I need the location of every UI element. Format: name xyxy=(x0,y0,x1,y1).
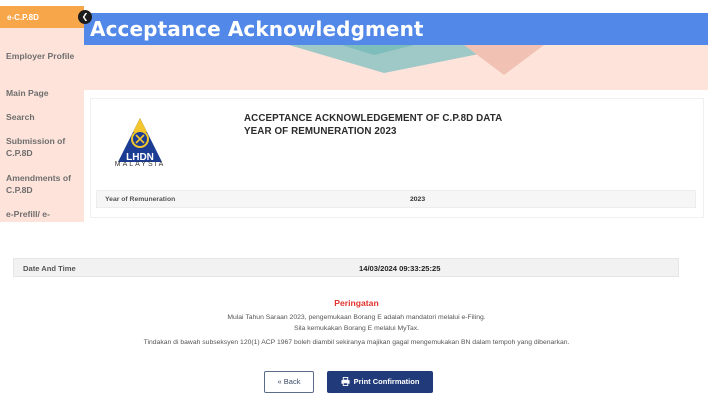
notice-title: Peringatan xyxy=(334,298,379,308)
datetime-label: Date And Time xyxy=(23,264,76,273)
printer-icon xyxy=(341,377,350,386)
year-label: Year of Remuneration xyxy=(105,196,176,203)
sidebar-item-search[interactable]: Search xyxy=(0,111,84,123)
print-button-label: Print Confirmation xyxy=(353,377,420,386)
banner-decoration xyxy=(289,45,544,75)
sidebar-item-main-page[interactable]: Main Page xyxy=(0,87,84,99)
notice-line-2: Sila kemukakan Borang E melalui MyTax. xyxy=(293,325,420,332)
acknowledgement-title-line1: ACCEPTANCE ACKNOWLEDGEMENT OF C.P.8D DAT… xyxy=(244,113,503,124)
datetime-value: 14/03/2024 09:33:25:25 xyxy=(359,264,441,273)
datetime-row: Date And Time 14/03/2024 09:33:25:25 xyxy=(13,258,679,277)
notice-line-1: Mulai Tahun Saraan 2023, pengemukaan Bor… xyxy=(227,314,486,321)
notice-line-3: Tindakan di bawah subseksyen 120(1) ACP … xyxy=(143,339,570,346)
acknowledgement-title-line2: YEAR OF REMUNERATION 2023 xyxy=(244,126,397,137)
sidebar-item-e-prefill[interactable]: e-Prefill/ e- xyxy=(0,208,84,220)
sidebar-item-submission[interactable]: Submission of C.P.8D xyxy=(0,135,84,159)
sidebar-item-employer-profile[interactable]: Employer Profile xyxy=(0,50,84,62)
back-button[interactable]: « Back xyxy=(264,371,314,393)
sidebar: e-C.P.8D Employer Profile Main Page Sear… xyxy=(0,6,84,222)
year-row: Year of Remuneration 2023 xyxy=(96,190,696,208)
acknowledgement-title: ACCEPTANCE ACKNOWLEDGEMENT OF C.P.8D DAT… xyxy=(244,112,502,138)
sidebar-header: e-C.P.8D xyxy=(0,6,84,28)
print-confirmation-button[interactable]: Print Confirmation xyxy=(327,371,433,393)
chevron-left-icon: ❮ xyxy=(81,12,89,21)
page-title: Acceptance Acknowledgment xyxy=(90,17,424,41)
page-header: Acceptance Acknowledgment xyxy=(84,13,708,45)
logo-country: MALAYSIA xyxy=(114,161,166,168)
sidebar-item-amendments[interactable]: Amendments of C.P.8D xyxy=(0,172,84,196)
header-banner xyxy=(84,45,708,90)
year-value: 2023 xyxy=(410,196,426,203)
collapse-sidebar-button[interactable]: ❮ xyxy=(78,10,92,24)
